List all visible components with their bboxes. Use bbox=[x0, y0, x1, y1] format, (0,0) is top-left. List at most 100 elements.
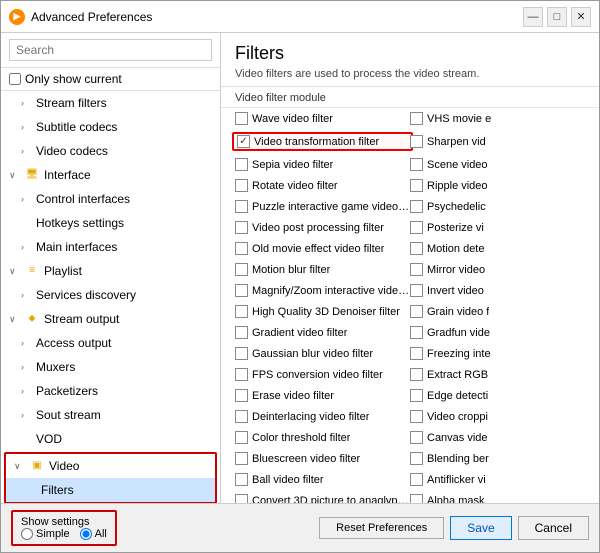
radio-all[interactable]: All bbox=[80, 528, 107, 540]
filter-checkbox-old-movie[interactable] bbox=[235, 242, 248, 255]
video-section-highlight: ∨ ▣ Video › Filters bbox=[4, 452, 217, 503]
filter-checkbox-deinterlace[interactable] bbox=[235, 410, 248, 423]
only-show-current-row: Only show current bbox=[1, 68, 220, 91]
filter-checkbox-motion-blur[interactable] bbox=[235, 263, 248, 276]
filter-checkbox-wave[interactable] bbox=[235, 112, 248, 125]
filter-label: FPS conversion video filter bbox=[252, 369, 383, 381]
filter-checkbox-erase[interactable] bbox=[235, 389, 248, 402]
filter-item-sharpen: Sharpen vid bbox=[410, 131, 585, 152]
filter-checkbox-vhs[interactable] bbox=[410, 112, 423, 125]
minimize-button[interactable]: — bbox=[523, 7, 543, 27]
filter-checkbox-edge-detect[interactable] bbox=[410, 389, 423, 402]
filter-item-motion-blur: Motion blur filter bbox=[235, 261, 410, 278]
filter-checkbox-bluescreen[interactable] bbox=[235, 452, 248, 465]
sidebar-item-services-discovery[interactable]: › Services discovery bbox=[1, 283, 220, 307]
sidebar-item-access-output[interactable]: › Access output bbox=[1, 331, 220, 355]
reset-preferences-button[interactable]: Reset Preferences bbox=[319, 517, 444, 539]
filter-checkbox-postprocess[interactable] bbox=[235, 221, 248, 234]
sidebar-item-stream-filters[interactable]: › Stream filters bbox=[1, 91, 220, 115]
filter-item-freezing: Freezing inte bbox=[410, 345, 585, 362]
filter-checkbox-ripple[interactable] bbox=[410, 179, 423, 192]
filter-item-convert3d: Convert 3D picture to anaglyph image vid… bbox=[235, 492, 410, 503]
playlist-icon: ≡ bbox=[24, 263, 40, 279]
filter-checkbox-scene[interactable] bbox=[410, 158, 423, 171]
sidebar-item-playlist[interactable]: ∨ ≡ Playlist bbox=[1, 259, 220, 283]
sidebar-item-packetizers[interactable]: › Packetizers bbox=[1, 379, 220, 403]
right-header: Filters Video filters are used to proces… bbox=[221, 33, 599, 87]
sidebar-item-label: Video codecs bbox=[36, 141, 108, 161]
show-settings-section: Show settings Simple All bbox=[11, 510, 117, 546]
filter-label: Mirror video bbox=[427, 264, 485, 276]
close-button[interactable]: ✕ bbox=[571, 7, 591, 27]
filter-grid-row-6: Video post processing filter Posterize v… bbox=[221, 217, 599, 238]
filter-checkbox-video-transform[interactable] bbox=[237, 135, 250, 148]
filter-checkbox-gaussian-blur[interactable] bbox=[235, 347, 248, 360]
sidebar-item-label: Main interfaces bbox=[36, 237, 117, 257]
stream-output-icon: ⬥ bbox=[24, 311, 40, 327]
filter-checkbox-color-threshold[interactable] bbox=[235, 431, 248, 444]
filter-checkbox-freezing[interactable] bbox=[410, 347, 423, 360]
filter-label: Alpha mask bbox=[427, 495, 484, 504]
search-input[interactable] bbox=[9, 39, 212, 61]
filter-checkbox-alpha-mask[interactable] bbox=[410, 494, 423, 503]
filter-checkbox-gradfun[interactable] bbox=[410, 326, 423, 339]
filter-label: Posterize vi bbox=[427, 222, 484, 234]
sidebar-item-vod[interactable]: › VOD bbox=[1, 427, 220, 451]
sidebar-item-subtitle-codecs[interactable]: › Subtitle codecs bbox=[1, 115, 220, 139]
filter-label: Ball video filter bbox=[252, 474, 324, 486]
filter-checkbox-motion-detect[interactable] bbox=[410, 242, 423, 255]
radio-all-input[interactable] bbox=[80, 528, 92, 540]
filter-checkbox-ball[interactable] bbox=[235, 473, 248, 486]
filter-checkbox-sepia[interactable] bbox=[235, 158, 248, 171]
sidebar-item-video-codecs[interactable]: › Video codecs bbox=[1, 139, 220, 163]
filter-checkbox-puzzle[interactable] bbox=[235, 200, 248, 213]
filter-checkbox-rotate[interactable] bbox=[235, 179, 248, 192]
filter-checkbox-magnify[interactable] bbox=[235, 284, 248, 297]
filter-checkbox-blending[interactable] bbox=[410, 452, 423, 465]
sidebar-item-filters[interactable]: › Filters bbox=[6, 478, 215, 502]
filter-checkbox-convert3d[interactable] bbox=[235, 494, 248, 503]
filter-label: High Quality 3D Denoiser filter bbox=[252, 306, 400, 318]
filter-checkbox-psychedelic[interactable] bbox=[410, 200, 423, 213]
filter-label: Motion blur filter bbox=[252, 264, 330, 276]
only-show-current-checkbox[interactable] bbox=[9, 73, 21, 85]
filter-checkbox-posterize[interactable] bbox=[410, 221, 423, 234]
filter-item-fps-convert: FPS conversion video filter bbox=[235, 366, 410, 383]
filter-checkbox-extract-rgb[interactable] bbox=[410, 368, 423, 381]
sidebar-item-interface[interactable]: ∨ 🖥 Interface bbox=[1, 163, 220, 187]
radio-simple-input[interactable] bbox=[21, 528, 33, 540]
filter-label: Edge detecti bbox=[427, 390, 488, 402]
filter-checkbox-invert[interactable] bbox=[410, 284, 423, 297]
filter-checkbox-fps-convert[interactable] bbox=[235, 368, 248, 381]
sidebar-item-stream-output[interactable]: ∨ ⬥ Stream output bbox=[1, 307, 220, 331]
sidebar-item-muxers[interactable]: › Muxers bbox=[1, 355, 220, 379]
maximize-button[interactable]: □ bbox=[547, 7, 567, 27]
save-button[interactable]: Save bbox=[450, 516, 511, 540]
filter-item-color-threshold: Color threshold filter bbox=[235, 429, 410, 446]
filter-item-hq3d: High Quality 3D Denoiser filter bbox=[235, 303, 410, 320]
filter-checkbox-sharpen[interactable] bbox=[410, 135, 423, 148]
filter-label: Erase video filter bbox=[252, 390, 334, 402]
filter-checkbox-video-crop[interactable] bbox=[410, 410, 423, 423]
filter-checkbox-mirror[interactable] bbox=[410, 263, 423, 276]
filter-item-gradient: Gradient video filter bbox=[235, 324, 410, 341]
filter-checkbox-grain[interactable] bbox=[410, 305, 423, 318]
filter-grid-row-19: Convert 3D picture to anaglyph image vid… bbox=[221, 490, 599, 503]
sidebar-item-main-interfaces[interactable]: › Main interfaces bbox=[1, 235, 220, 259]
filter-checkbox-antiflicker[interactable] bbox=[410, 473, 423, 486]
filter-checkbox-canvas[interactable] bbox=[410, 431, 423, 444]
filter-label: Ripple video bbox=[427, 180, 488, 192]
filter-label: VHS movie e bbox=[427, 113, 491, 125]
filters-scroll-area[interactable]: Wave video filter VHS movie e Video tran… bbox=[221, 108, 599, 503]
sidebar-item-sout-stream[interactable]: › Sout stream bbox=[1, 403, 220, 427]
filter-item-motion-detect: Motion dete bbox=[410, 240, 585, 257]
radio-simple[interactable]: Simple bbox=[21, 528, 70, 540]
sidebar-item-hotkeys[interactable]: › Hotkeys settings bbox=[1, 211, 220, 235]
show-settings-label: Show settings bbox=[21, 516, 107, 528]
cancel-button[interactable]: Cancel bbox=[518, 516, 589, 540]
sidebar-item-video[interactable]: ∨ ▣ Video bbox=[6, 454, 215, 478]
sidebar-item-control-interfaces[interactable]: › Control interfaces bbox=[1, 187, 220, 211]
filter-checkbox-hq3d[interactable] bbox=[235, 305, 248, 318]
sidebar-item-label: Services discovery bbox=[36, 285, 136, 305]
filter-checkbox-gradient[interactable] bbox=[235, 326, 248, 339]
